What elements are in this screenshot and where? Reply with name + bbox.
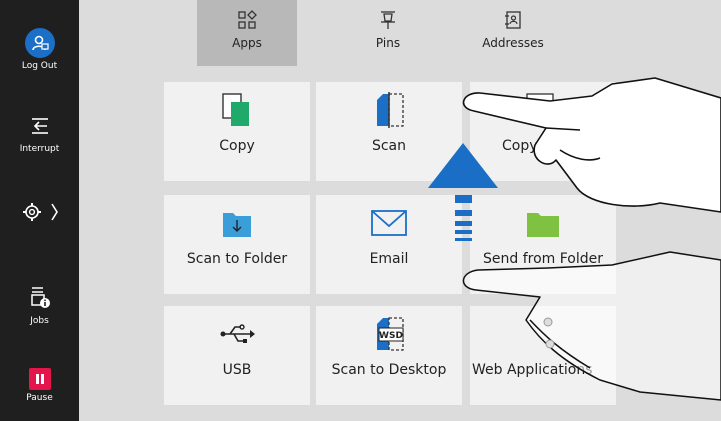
tab-apps-label: Apps — [232, 36, 262, 50]
copy-icon — [217, 90, 257, 130]
folder-icon — [523, 203, 563, 243]
pause-icon — [28, 368, 51, 390]
app-tile-scan-to-folder[interactable]: Scan to Folder — [164, 195, 310, 294]
tile-label: Web Applications — [472, 362, 593, 378]
usb-icon — [217, 314, 257, 354]
scan-icon — [369, 90, 409, 130]
tab-addresses[interactable]: Addresses — [463, 0, 563, 66]
logout-button[interactable]: Log Out — [0, 28, 79, 71]
jobs-icon — [29, 287, 51, 313]
tile-label: Scan to Desktop — [331, 362, 447, 378]
interrupt-label: Interrupt — [19, 144, 60, 154]
id-card-copy-icon — [523, 90, 563, 130]
tab-pins-label: Pins — [375, 36, 401, 50]
address-book-icon — [503, 10, 523, 30]
jobs-label: Jobs — [30, 316, 49, 326]
tile-label: Copy — [502, 138, 538, 154]
pause-label: Pause — [26, 393, 53, 403]
tab-pins[interactable]: Pins — [338, 0, 438, 66]
apps-icon — [237, 10, 257, 30]
tile-label: Copy — [219, 138, 255, 154]
scan-to-folder-icon — [217, 203, 257, 243]
app-tile-scan-to-desktop[interactable]: WSD Scan to Desktop — [316, 306, 462, 405]
tab-apps[interactable]: Apps — [197, 0, 297, 66]
tile-label: USB — [222, 362, 252, 378]
interrupt-icon — [29, 118, 51, 141]
pin-icon — [378, 10, 398, 30]
settings-button[interactable] — [0, 200, 79, 228]
interrupt-button[interactable]: Interrupt — [0, 115, 79, 154]
app-tile-id-copy[interactable]: Copy — [470, 82, 616, 181]
envelope-icon — [369, 203, 409, 243]
tile-label: Scan — [371, 138, 407, 154]
pause-button[interactable]: Pause — [0, 368, 79, 403]
gear-icon — [20, 203, 60, 228]
app-tile-scan[interactable]: Scan — [316, 82, 462, 181]
app-tile-web-applications[interactable]: Web Applications — [470, 306, 616, 405]
web-apps-icon — [523, 314, 563, 354]
app-tile-copy[interactable]: Copy — [164, 82, 310, 181]
tile-label: Send from Folder — [482, 251, 603, 267]
tile-label: Scan to Folder — [186, 251, 288, 267]
app-tile-send-from-folder[interactable]: Send from Folder — [470, 195, 616, 294]
jobs-button[interactable]: Jobs — [0, 285, 79, 326]
app-tile-usb[interactable]: USB — [164, 306, 310, 405]
tab-bar: Apps Pins Addresses — [197, 0, 603, 66]
sidebar: Log Out Interrupt Jobs Pause — [0, 0, 79, 421]
app-tile-email[interactable]: Email — [316, 195, 462, 294]
user-icon — [24, 28, 55, 58]
logout-label: Log Out — [21, 61, 58, 71]
tile-label: Email — [369, 251, 409, 267]
wsd-icon: WSD — [369, 314, 409, 354]
wsd-text: WSD — [379, 331, 403, 341]
tab-addresses-label: Addresses — [482, 36, 544, 50]
